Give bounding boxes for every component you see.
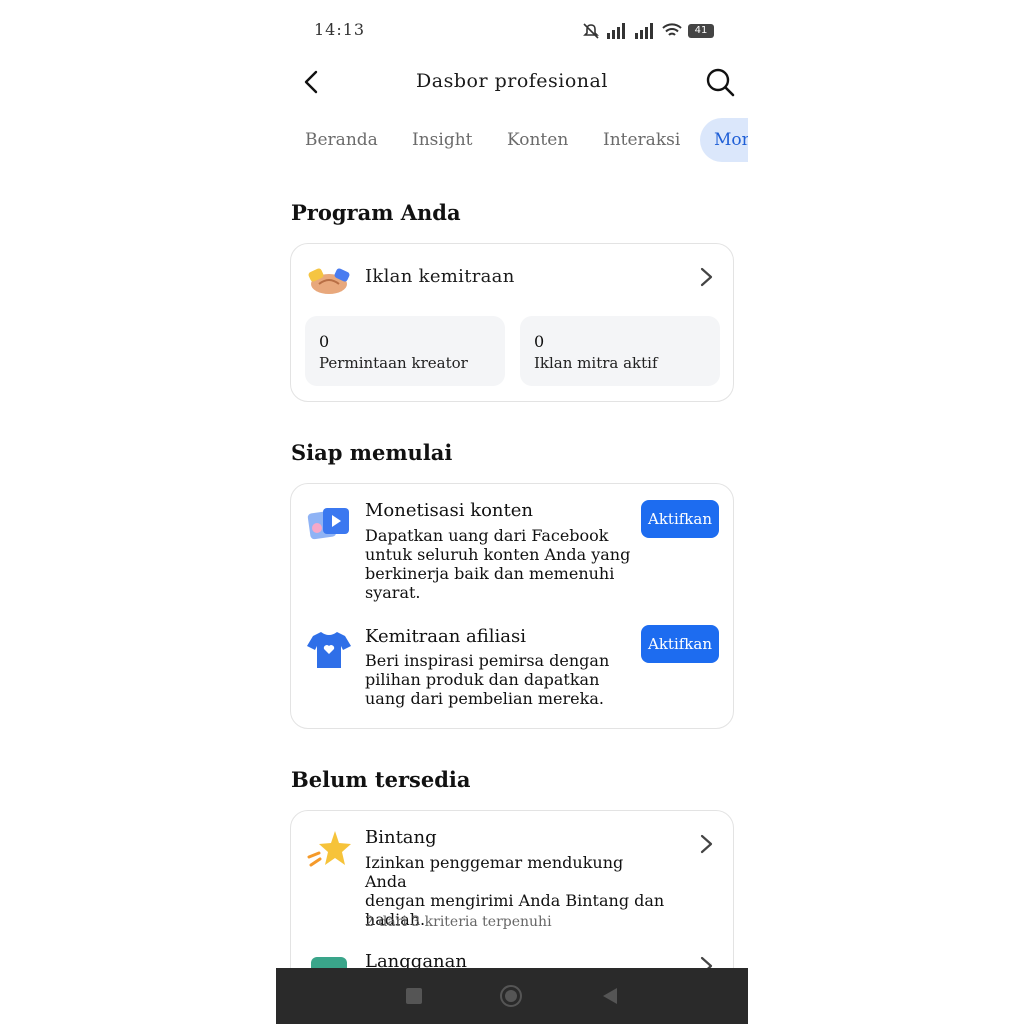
mute-icon xyxy=(583,23,599,39)
desc-line: syarat. xyxy=(365,583,421,602)
signal-icon-2 xyxy=(635,23,653,39)
desc-line: uang dari pembelian mereka. xyxy=(365,689,604,708)
status-time: 14:13 xyxy=(314,20,366,39)
stat-label: Permintaan kreator xyxy=(319,354,468,372)
item-title-affiliate: Kemitraan afiliasi xyxy=(365,626,527,647)
status-icons: 41 xyxy=(582,22,714,40)
item-title-stars: Bintang xyxy=(365,827,437,848)
chevron-right-icon[interactable] xyxy=(695,266,717,288)
status-bar: 14:13 41 xyxy=(276,18,748,44)
item-desc-affiliate: Beri inspirasi pemirsa dengan pilihan pr… xyxy=(365,651,635,708)
stat-value: 0 xyxy=(534,332,545,351)
stat-value: 0 xyxy=(319,332,330,351)
section-title-unavailable: Belum tersedia xyxy=(291,767,471,792)
partnership-ads-card[interactable]: Iklan kemitraan 0 Permintaan kreator 0 I… xyxy=(290,243,734,402)
page-title: Dasbor profesional xyxy=(416,70,608,92)
wifi-icon xyxy=(662,23,682,36)
star-icon xyxy=(307,831,351,867)
video-monetization-icon xyxy=(307,508,349,540)
search-icon[interactable] xyxy=(704,66,736,98)
chevron-right-icon[interactable] xyxy=(695,833,717,855)
desc-line: Beri inspirasi pemirsa dengan xyxy=(365,651,610,670)
ready-card: Monetisasi konten Dapatkan uang dari Fac… xyxy=(290,483,734,729)
stat-active-partner-ads[interactable]: 0 Iklan mitra aktif xyxy=(520,316,720,386)
battery-level: 41 xyxy=(694,25,708,36)
desc-line: untuk seluruh konten Anda yang xyxy=(365,545,631,564)
stat-label: Iklan mitra aktif xyxy=(534,354,658,372)
desc-line: Izinkan penggemar mendukung Anda xyxy=(365,853,624,891)
tab-insight[interactable]: Insight xyxy=(412,118,473,162)
desc-line: Dapatkan uang dari Facebook xyxy=(365,526,609,545)
desc-line: pilihan produk dan dapatkan xyxy=(365,670,600,689)
item-title-monetization: Monetisasi konten xyxy=(365,500,534,521)
recent-apps-icon[interactable] xyxy=(405,987,423,1005)
activate-affiliate-button[interactable]: Aktifkan xyxy=(641,625,719,663)
tab-monetisasi[interactable]: Mon xyxy=(700,118,748,162)
header: Dasbor profesional xyxy=(276,60,748,106)
tshirt-icon xyxy=(307,632,351,668)
desc-line: dengan mengirimi Anda Bintang dan xyxy=(365,891,665,910)
desc-line: berkinerja baik dan memenuhi xyxy=(365,564,615,583)
section-title-program: Program Anda xyxy=(291,200,461,225)
activate-monetization-button[interactable]: Aktifkan xyxy=(641,500,719,538)
criteria-progress-text: 2 dari 3 kriteria terpenuhi xyxy=(365,914,552,930)
tab-interaksi[interactable]: Interaksi xyxy=(603,118,680,162)
stat-creator-requests[interactable]: 0 Permintaan kreator xyxy=(305,316,505,386)
tab-konten[interactable]: Konten xyxy=(507,118,568,162)
back-nav-icon[interactable] xyxy=(600,986,620,1006)
home-icon[interactable] xyxy=(499,984,523,1008)
battery-icon: 41 xyxy=(688,24,714,38)
tab-beranda[interactable]: Beranda xyxy=(305,118,378,162)
item-desc-monetization: Dapatkan uang dari Facebook untuk seluru… xyxy=(365,526,635,602)
handshake-icon xyxy=(308,268,350,294)
tab-bar: Beranda Insight Konten Interaksi Mon xyxy=(276,118,748,162)
signal-icon xyxy=(607,23,625,39)
phone-screen: 14:13 41 Dasbor profesional Beranda Insi… xyxy=(276,0,748,1024)
section-title-ready: Siap memulai xyxy=(291,440,453,465)
partnership-ads-title: Iklan kemitraan xyxy=(365,266,515,287)
system-navigation-bar xyxy=(276,968,748,1024)
